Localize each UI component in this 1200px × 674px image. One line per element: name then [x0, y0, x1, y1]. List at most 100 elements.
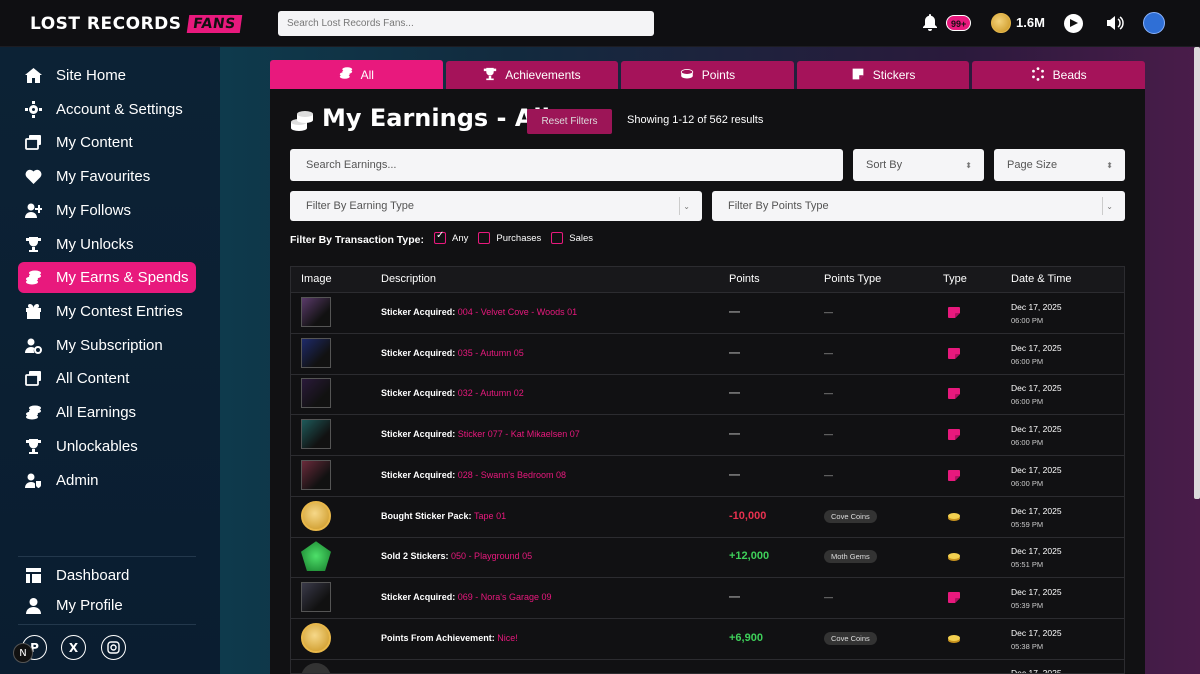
user-avatar[interactable]: [1143, 12, 1165, 34]
n-badge[interactable]: N: [13, 643, 33, 663]
description-item-link[interactable]: 004 - Velvet Cove - Woods 01: [458, 307, 577, 317]
site-logo[interactable]: LOST RECORDS FANS: [30, 12, 242, 36]
checkbox-sales[interactable]: Sales: [551, 232, 593, 244]
table-row[interactable]: Sticker Acquired: Sticker 077 - Kat Mika…: [291, 415, 1124, 457]
home-icon: [25, 67, 42, 84]
checkbox-purchases[interactable]: Purchases: [478, 232, 541, 244]
row-description: Sold 2 Stickers: 050 - Playground 05: [381, 551, 532, 561]
beads-icon: [1031, 66, 1045, 84]
sidebar-item-all-earnings[interactable]: All Earnings: [18, 397, 196, 428]
table-row[interactable]: Points From Achievement: Nice! +6,900 Cove…: [291, 619, 1124, 660]
description-item-link[interactable]: 035 - Autumn 05: [458, 348, 524, 358]
points-value: —: [729, 306, 740, 318]
description-prefix: Sold 2 Stickers:: [381, 551, 449, 562]
page-size-select[interactable]: Page Size ⬍: [994, 149, 1125, 181]
volume-icon[interactable]: [1106, 15, 1124, 31]
col-header-date: Date & Time: [1011, 273, 1072, 285]
coins-icon: [291, 111, 313, 131]
description-item-link[interactable]: Sticker 077 - Kat Mikaelsen 07: [458, 429, 580, 439]
points-value: +6,900: [729, 631, 763, 644]
sticker-thumbnail[interactable]: [301, 337, 331, 368]
sort-by-select[interactable]: Sort By ⬍: [853, 149, 984, 181]
table-row[interactable]: Sticker Acquired: 035 - Autumn 05 — — Dec 1…: [291, 334, 1124, 375]
description-item-link[interactable]: 050 - Playground 05: [451, 551, 532, 561]
col-header-image: Image: [301, 273, 332, 285]
description-item-link[interactable]: 028 - Swann's Bedroom 08: [458, 470, 566, 480]
page-size-label: Page Size: [1007, 159, 1058, 171]
sticker-thumbnail[interactable]: [301, 378, 331, 409]
row-date: Dec 17, 2025: [1011, 627, 1062, 638]
sidebar-item-admin[interactable]: Admin: [18, 465, 196, 496]
checkbox-box[interactable]: [551, 232, 564, 244]
sidebar-item-account-settings[interactable]: Account & Settings: [18, 94, 196, 125]
checkbox-any[interactable]: Any: [434, 230, 469, 244]
table-row[interactable]: Sticker Acquired: 004 - Velvet Cove - Wo…: [291, 293, 1124, 334]
checkbox-box[interactable]: [478, 232, 491, 244]
sidebar-item-my-content[interactable]: My Content: [18, 127, 196, 158]
points-type-value: —: [824, 429, 833, 440]
sidebar-item-site-home[interactable]: Site Home: [18, 60, 196, 91]
sidebar-item-my-unlocks[interactable]: My Unlocks: [18, 229, 196, 260]
earnings-search-input[interactable]: Search Earnings...: [290, 149, 843, 181]
tab-points[interactable]: Points: [621, 61, 794, 89]
bell-icon[interactable]: [922, 14, 938, 32]
page-scrollbar[interactable]: [1194, 47, 1200, 499]
table-row[interactable]: Sticker Acquired: 028 - Swann's Bedroom …: [291, 456, 1124, 497]
coin-stack-icon: [948, 553, 960, 562]
sidebar-item-my-profile[interactable]: My Profile: [18, 590, 196, 621]
user-gear-icon: [25, 337, 42, 354]
points-type-value: —: [824, 388, 833, 399]
sidebar-item-unlockables[interactable]: Unlockables: [18, 431, 196, 462]
play-icon[interactable]: [1064, 14, 1083, 33]
table-row[interactable]: Bought Sticker Pack: Tape 01 -10,000 Cove …: [291, 497, 1124, 538]
row-date: Dec 17, 2025: [1011, 383, 1062, 394]
row-time: 05:39 PM: [1011, 600, 1044, 610]
description-item-link[interactable]: 032 - Autumn 02: [458, 388, 524, 398]
tab-beads[interactable]: Beads: [972, 61, 1145, 89]
description-item-link[interactable]: Nice!: [497, 633, 518, 643]
description-prefix: Sticker Acquired:: [381, 307, 456, 317]
tab-all[interactable]: All: [270, 60, 443, 89]
notification-badge[interactable]: 99+: [946, 15, 972, 31]
coin-stack-icon: [680, 67, 694, 84]
coin-icon: [991, 13, 1011, 33]
sidebar-item-my-favourites[interactable]: My Favourites: [18, 161, 196, 192]
x-icon[interactable]: X: [61, 635, 86, 660]
table-row[interactable]: Dec 17, 2025: [291, 659, 1124, 673]
table-row[interactable]: Sticker Acquired: 032 - Autumn 02 — — Dec 1…: [291, 374, 1124, 416]
row-datetime: Dec 17, 2025 06:00 PM: [1011, 382, 1062, 408]
sticker-thumbnail[interactable]: [301, 459, 331, 490]
tab-label: All: [360, 67, 374, 82]
points-type-value: —: [824, 469, 833, 480]
tab-achievements[interactable]: Achievements: [445, 61, 619, 89]
table-row[interactable]: Sold 2 Stickers: 050 - Playground 05 +12,…: [291, 537, 1124, 579]
tab-stickers[interactable]: Stickers: [796, 61, 970, 89]
description-item-link[interactable]: 069 - Nora's Garage 09: [458, 592, 552, 602]
sidebar-item-all-content[interactable]: All Content: [18, 363, 196, 394]
site-search-input[interactable]: [278, 11, 654, 36]
reset-filters-button[interactable]: Reset Filters: [527, 109, 612, 134]
earning-type-select[interactable]: Filter By Earning Type ⌄: [290, 191, 702, 221]
sidebar-item-my-subscription[interactable]: My Subscription: [18, 330, 196, 361]
checkbox-box[interactable]: [434, 230, 447, 244]
sidebar-item-dashboard[interactable]: Dashboard: [18, 560, 196, 591]
row-time: 06:00 PM: [1011, 438, 1044, 448]
user-plus-icon: [25, 202, 42, 219]
points-type-select[interactable]: Filter By Points Type ⌄: [712, 191, 1125, 221]
heart-icon: [25, 168, 42, 185]
table-row[interactable]: Sticker Acquired: 069 - Nora's Garage 09…: [291, 578, 1124, 619]
sticker-thumbnail[interactable]: [301, 419, 331, 450]
sticker-thumbnail[interactable]: [301, 297, 331, 327]
points-value: —: [729, 428, 740, 441]
sidebar-item-my-follows[interactable]: My Follows: [18, 195, 196, 226]
checkbox-label: Any: [452, 232, 469, 244]
tab-label: Stickers: [872, 68, 916, 82]
sidebar-item-my-earns-spends[interactable]: My Earns & Spends: [18, 262, 196, 293]
description-item-link[interactable]: Tape 01: [474, 511, 506, 521]
points-type-label: Filter By Points Type: [728, 200, 829, 212]
description-prefix: Sticker Acquired:: [381, 591, 456, 602]
instagram-icon[interactable]: [101, 635, 126, 660]
sticker-thumbnail[interactable]: [301, 581, 331, 612]
sidebar-item-my-contest-entries[interactable]: My Contest Entries: [18, 296, 196, 327]
sticker-icon: [851, 67, 865, 84]
